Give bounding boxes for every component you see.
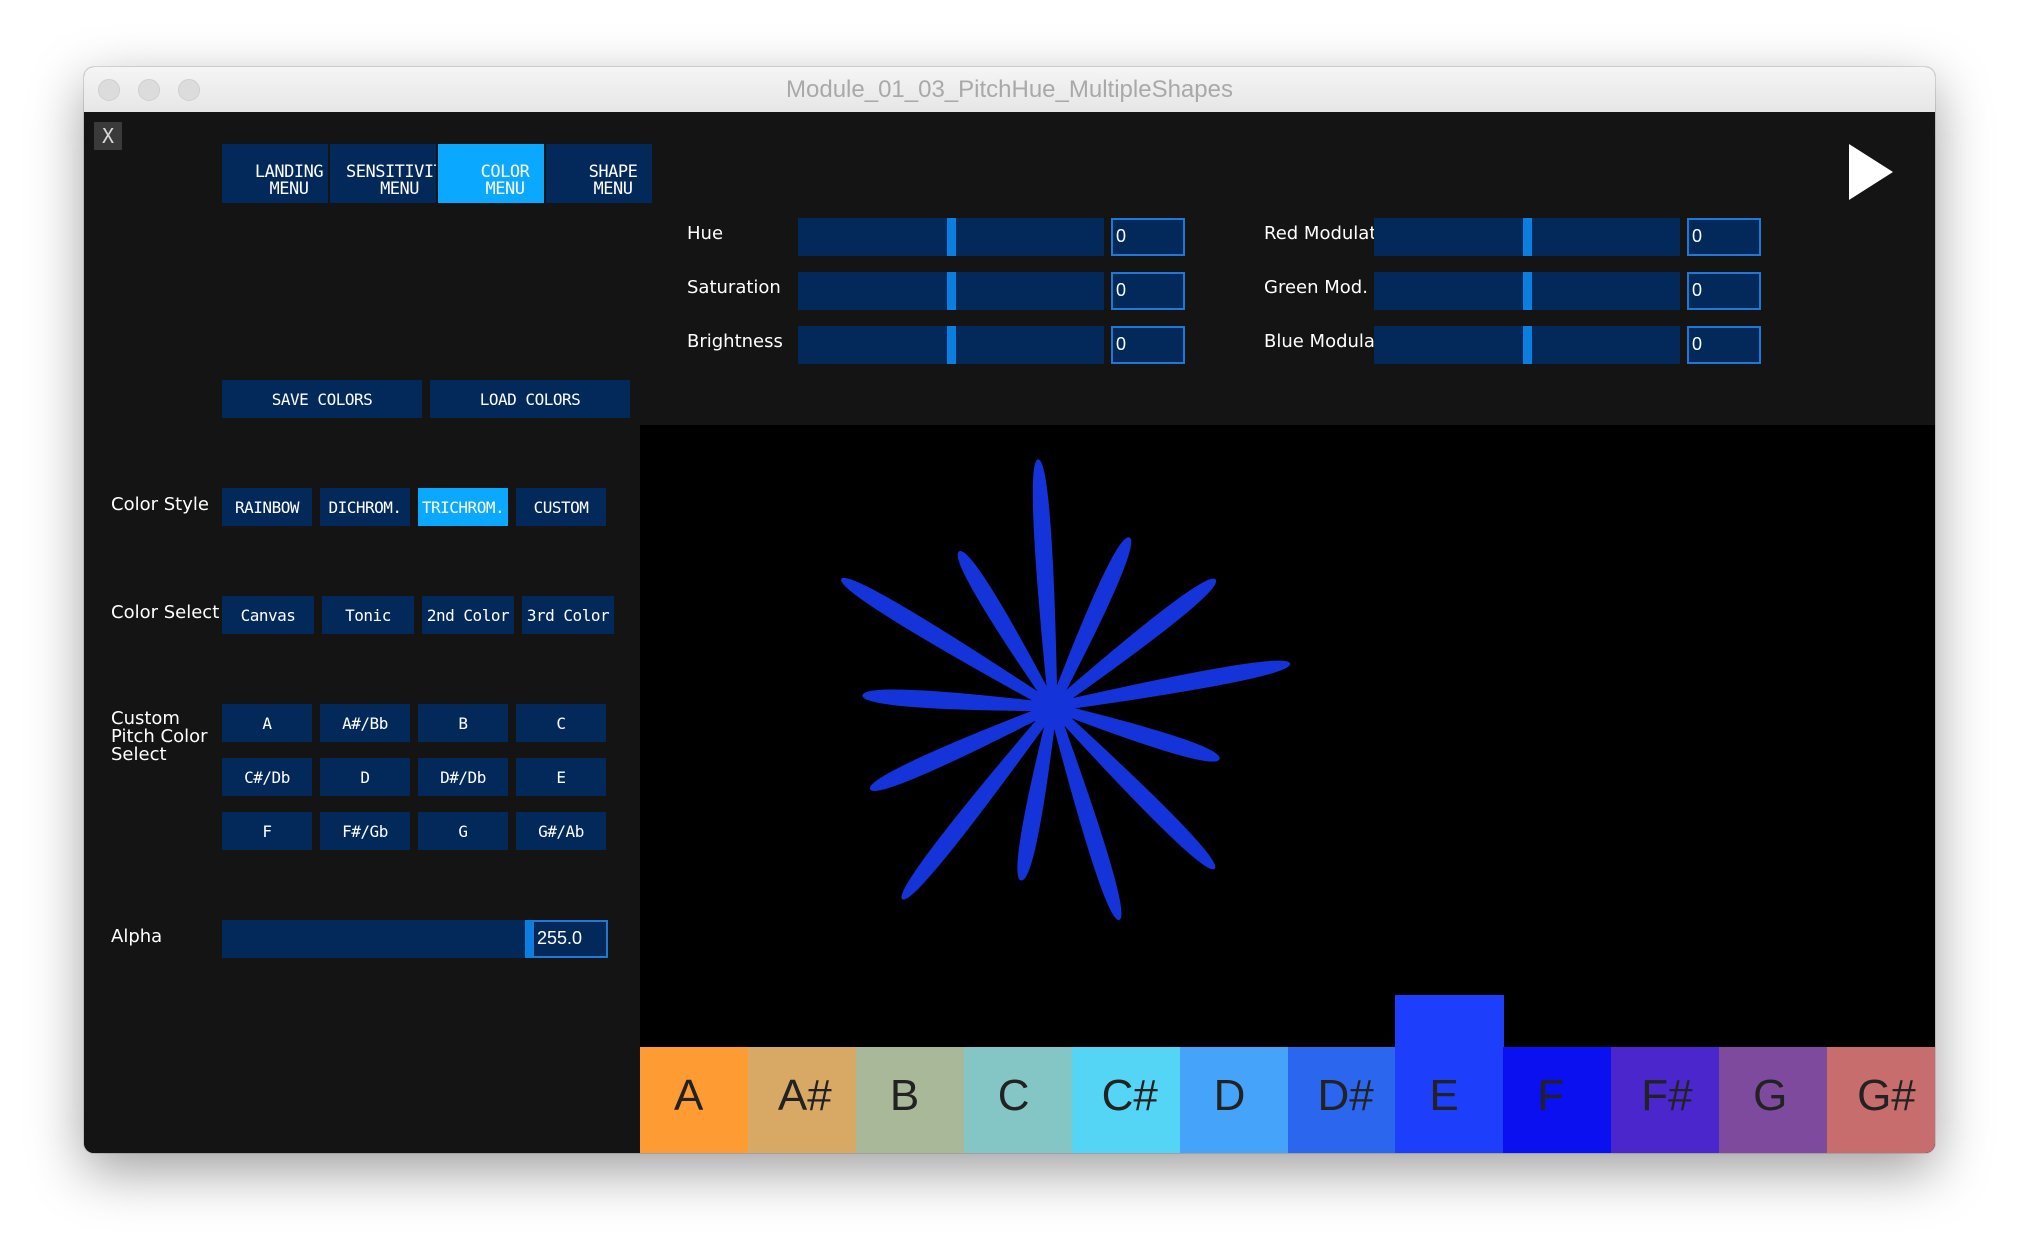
color-style-trichrom-button[interactable]: TRICHROM. (418, 488, 508, 526)
saturation-value-field[interactable]: 0 (1111, 272, 1185, 310)
pitch-key-f: F (1503, 1047, 1612, 1153)
alpha-slider[interactable] (222, 920, 534, 958)
pitch-key-label: F (1537, 1071, 1565, 1120)
saturation-label: Saturation (687, 277, 781, 298)
brightness-slider-handle[interactable] (946, 326, 956, 364)
pitch-key-label: B (889, 1071, 920, 1120)
pitch-key-b: B (855, 1047, 965, 1153)
red-modulate-slider-handle[interactable] (1522, 218, 1532, 256)
green-mod-label: Green Mod. (1264, 277, 1368, 298)
pitch-key-label: A# (777, 1071, 832, 1120)
visualization-canvas: A A# B C C# D D# E F F# G G# (640, 425, 1935, 1153)
pitch-button-b[interactable]: B (418, 704, 508, 742)
pitch-key-c: C (963, 1047, 1073, 1153)
pitch-button-g[interactable]: G (418, 812, 508, 850)
pitch-key-label: E (1429, 1071, 1459, 1120)
blue-modulate-label: Blue Modulate (1264, 331, 1376, 352)
pitch-key-label: D (1213, 1071, 1246, 1120)
hue-label: Hue (687, 223, 724, 244)
tab-color-menu[interactable]: COLOR MENU (438, 144, 544, 203)
app-content: X LANDING MENU SENSITIVITY MENU COLOR ME… (84, 112, 1935, 1153)
pitch-key-label: G (1753, 1071, 1788, 1120)
title-bar: Module_01_03_PitchHue_MultipleShapes (84, 67, 1935, 113)
color-select-canvas-button[interactable]: Canvas (222, 596, 314, 634)
pitch-key-label: A (674, 1071, 704, 1120)
pitch-shape-svg (841, 459, 1291, 921)
pitch-key-label: C (997, 1071, 1030, 1120)
blue-modulate-slider[interactable] (1374, 326, 1680, 364)
pitch-button-f[interactable]: F (222, 812, 312, 850)
alpha-label: Alpha (111, 926, 163, 947)
pitch-key-e: E (1395, 995, 1504, 1153)
pitch-button-g-sharp[interactable]: G#/Ab (516, 812, 606, 850)
pitch-key-a-sharp: A# (747, 1047, 857, 1153)
pitch-star-shape (841, 459, 1291, 921)
pitch-button-d-sharp[interactable]: D#/Db (418, 758, 508, 796)
color-select-label: Color Select (111, 602, 220, 623)
pitch-key-g-sharp: G# (1827, 1047, 1935, 1153)
pitch-key-f-sharp: F# (1611, 1047, 1720, 1153)
color-style-custom-button[interactable]: CUSTOM (516, 488, 606, 526)
pitch-key-label: C# (1101, 1071, 1158, 1120)
color-style-dichrom-button[interactable]: DICHROM. (320, 488, 410, 526)
tab-shape-menu[interactable]: SHAPE MENU (546, 144, 652, 203)
load-colors-button[interactable]: LOAD COLORS (430, 380, 630, 418)
save-colors-button[interactable]: SAVE COLORS (222, 380, 422, 418)
color-select-2nd-color-button[interactable]: 2nd Color (422, 596, 514, 634)
color-style-rainbow-button[interactable]: RAINBOW (222, 488, 312, 526)
pitch-key-label: D# (1317, 1071, 1374, 1120)
red-modulate-value-field[interactable]: 0 (1687, 218, 1761, 256)
pitch-button-e[interactable]: E (516, 758, 606, 796)
brightness-slider[interactable] (798, 326, 1104, 364)
brightness-label: Brightness (687, 331, 783, 352)
pitch-button-f-sharp[interactable]: F#/Gb (320, 812, 410, 850)
green-mod-slider[interactable] (1374, 272, 1680, 310)
custom-pitch-label: Custom Pitch Color Select (111, 708, 208, 765)
pitch-key-label: G# (1857, 1071, 1916, 1120)
pitch-button-c-sharp[interactable]: C#/Db (222, 758, 312, 796)
pitch-key-c-sharp: C# (1071, 1047, 1181, 1153)
window-title: Module_01_03_PitchHue_MultipleShapes (786, 76, 1233, 103)
alpha-value-field[interactable]: 255.0 (532, 920, 608, 958)
blue-modulate-value-field[interactable]: 0 (1687, 326, 1761, 364)
red-modulate-slider[interactable] (1374, 218, 1680, 256)
color-select-tonic-button[interactable]: Tonic (322, 596, 414, 634)
pitch-button-d[interactable]: D (320, 758, 410, 796)
pitch-button-a[interactable]: A (222, 704, 312, 742)
saturation-slider[interactable] (798, 272, 1104, 310)
pitch-key-g: G (1719, 1047, 1828, 1153)
color-select-3rd-color-button[interactable]: 3rd Color (522, 596, 614, 634)
pitch-key-a: A (640, 1047, 749, 1153)
pitch-key-d: D (1179, 1047, 1288, 1153)
saturation-slider-handle[interactable] (946, 272, 956, 310)
pitch-button-a-sharp[interactable]: A#/Bb (320, 704, 410, 742)
pitch-key-label: F# (1641, 1071, 1693, 1120)
green-mod-value-field[interactable]: 0 (1687, 272, 1761, 310)
blue-modulate-slider-handle[interactable] (1522, 326, 1532, 364)
pitch-key-d-sharp: D# (1287, 1047, 1396, 1153)
tab-sensitivity-menu[interactable]: SENSITIVITY MENU (330, 144, 436, 203)
app-window: Module_01_03_PitchHue_MultipleShapes X L… (84, 67, 1935, 1153)
hue-slider-handle[interactable] (946, 218, 956, 256)
hue-slider[interactable] (798, 218, 1104, 256)
close-panel-button[interactable]: X (94, 122, 122, 150)
brightness-value-field[interactable]: 0 (1111, 326, 1185, 364)
red-modulate-label: Red Modulate (1264, 223, 1376, 244)
green-mod-slider-handle[interactable] (1522, 272, 1532, 310)
play-icon[interactable] (1846, 142, 1896, 202)
color-style-label: Color Style (111, 494, 209, 515)
hue-value-field[interactable]: 0 (1111, 218, 1185, 256)
pitch-button-c[interactable]: C (516, 704, 606, 742)
tab-landing-menu[interactable]: LANDING MENU (222, 144, 328, 203)
